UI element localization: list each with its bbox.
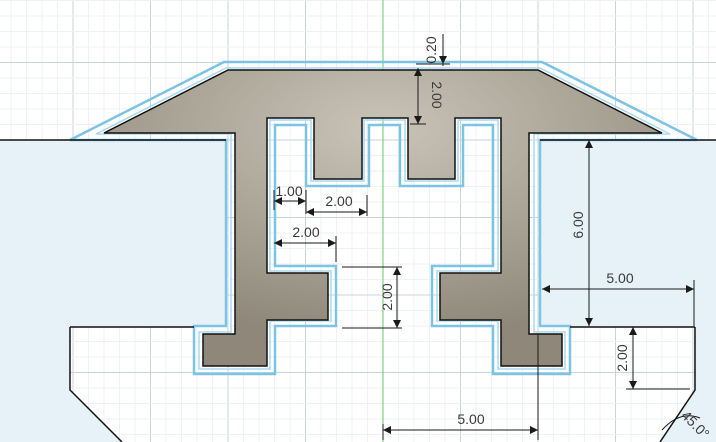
sketch-canvas[interactable]: 0.20 2.00 1.00 2.00 2.00 6.00 5.00 2.00 …: [0, 0, 716, 442]
dim-channel-height-label: 6.00: [570, 211, 586, 238]
dim-inner-width-label: 2.00: [292, 224, 319, 240]
dim-opening-height-label: 2.00: [379, 283, 395, 310]
dim-slot-width-label: 2.00: [325, 193, 352, 209]
dim-slot-gap-label: 1.00: [275, 183, 302, 199]
dim-foot-height[interactable]: 2.00: [614, 327, 690, 390]
dim-bottom-half-width-label: 5.00: [457, 411, 484, 427]
dim-opening-height[interactable]: 2.00: [342, 266, 402, 329]
dim-half-width-right-label: 5.00: [606, 270, 633, 286]
dim-flange-height-label: 2.00: [429, 81, 445, 108]
outer-region-left: [0, 140, 226, 442]
dim-foot-height-label: 2.00: [614, 344, 630, 371]
dim-offset-top-label: 0.20: [423, 36, 439, 63]
